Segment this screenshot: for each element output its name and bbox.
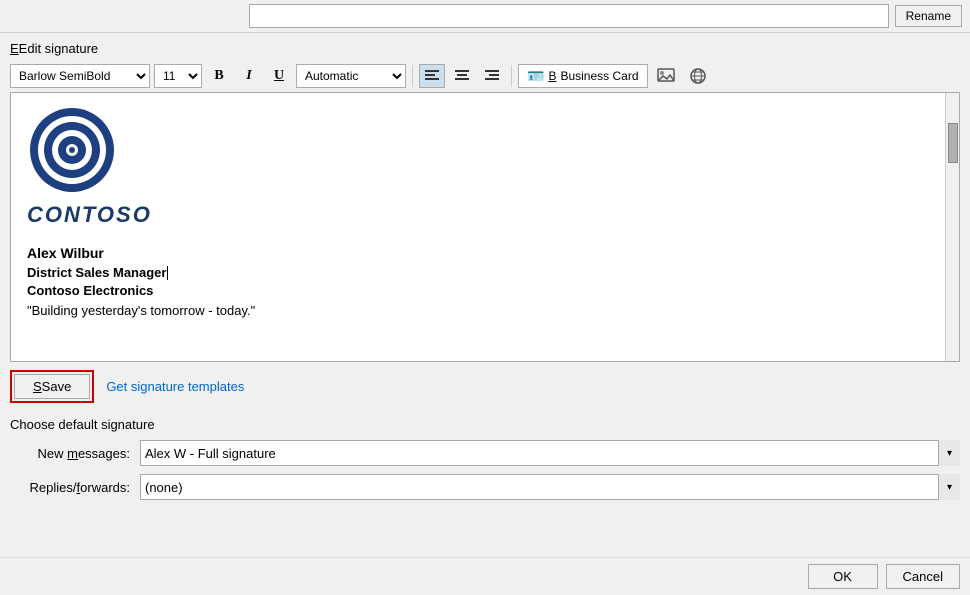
sig-title: District Sales Manager	[27, 264, 943, 282]
business-card-label: Business Card	[560, 69, 638, 83]
save-row: SSave Get signature templates	[0, 362, 970, 411]
save-button-wrapper: SSave	[10, 370, 94, 403]
sig-name: Alex Wilbur	[27, 244, 943, 264]
business-card-icon: 🪪	[527, 68, 544, 85]
font-family-select[interactable]: Barlow SemiBold	[10, 64, 150, 88]
italic-button[interactable]: I	[236, 64, 262, 88]
replies-row: Replies/forwards: (none) ▾	[10, 474, 960, 500]
main-container: Rename EEdit signature Barlow SemiBold 1…	[0, 0, 970, 595]
save-label: Save	[42, 379, 72, 394]
align-left-button[interactable]	[419, 64, 445, 88]
sig-company: Contoso Electronics	[27, 282, 943, 300]
scroll-thumb[interactable]	[948, 123, 958, 163]
color-select[interactable]: Automatic	[296, 64, 406, 88]
contoso-logo: CONTOSO	[27, 105, 943, 228]
underline-button[interactable]: U	[266, 64, 292, 88]
align-left-icon	[425, 70, 439, 82]
rename-button[interactable]: Rename	[895, 5, 962, 27]
get-templates-link[interactable]: Get signature templates	[106, 379, 244, 394]
insert-image-button[interactable]	[652, 64, 680, 88]
sig-quote: "Building yesterday's tomorrow - today."	[27, 302, 943, 320]
new-messages-row: New messages: Alex W - Full signature ▾	[10, 440, 960, 466]
default-signature-title: Choose default signature	[10, 417, 960, 432]
ok-button[interactable]: OK	[808, 564, 878, 589]
cancel-button[interactable]: Cancel	[886, 564, 960, 589]
contoso-name: CONTOSO	[27, 202, 943, 228]
replies-select[interactable]: (none)	[140, 474, 960, 500]
align-center-icon	[455, 70, 469, 82]
business-card-button[interactable]: 🪪 BBusiness Card	[518, 64, 648, 88]
new-messages-label: New messages:	[10, 446, 130, 461]
formatting-toolbar: Barlow SemiBold 11 B I U Automatic	[0, 60, 970, 92]
rename-section: Rename	[249, 4, 962, 28]
rename-input[interactable]	[249, 4, 889, 28]
save-button[interactable]: SSave	[14, 374, 90, 399]
editor-content: CONTOSO Alex Wilbur District Sales Manag…	[11, 93, 959, 361]
edit-signature-label: EEdit signature	[0, 33, 970, 60]
toolbar-divider-1	[412, 65, 413, 87]
scrollbar[interactable]	[945, 93, 959, 361]
insert-image-icon	[657, 68, 675, 84]
new-messages-dropdown-wrapper: Alex W - Full signature ▾	[140, 440, 960, 466]
replies-dropdown-wrapper: (none) ▾	[140, 474, 960, 500]
default-signature-section: Choose default signature New messages: A…	[0, 411, 970, 512]
contoso-circle-logo	[27, 105, 117, 195]
insert-link-button[interactable]	[684, 64, 712, 88]
align-right-icon	[485, 70, 499, 82]
top-bar: Rename	[0, 0, 970, 33]
bottom-bar: OK Cancel	[0, 557, 970, 595]
replies-label: Replies/forwards:	[10, 480, 130, 495]
toolbar-divider-2	[511, 65, 512, 87]
bold-button[interactable]: B	[206, 64, 232, 88]
cursor	[167, 266, 168, 280]
signature-editor[interactable]: CONTOSO Alex Wilbur District Sales Manag…	[10, 92, 960, 362]
align-right-button[interactable]	[479, 64, 505, 88]
insert-link-icon	[689, 67, 707, 85]
font-size-select[interactable]: 11	[154, 64, 202, 88]
new-messages-select[interactable]: Alex W - Full signature	[140, 440, 960, 466]
align-center-button[interactable]	[449, 64, 475, 88]
